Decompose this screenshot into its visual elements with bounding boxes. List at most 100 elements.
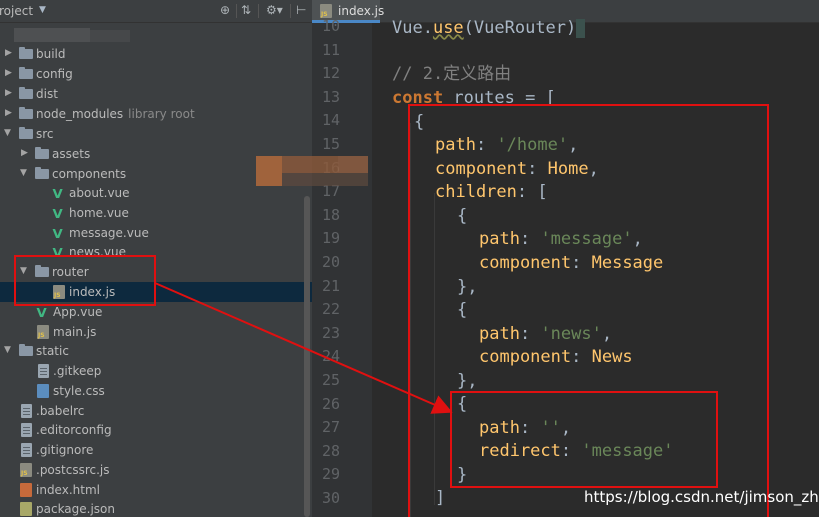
chevron-right-icon[interactable]: ▶ <box>5 108 12 118</box>
folder-icon <box>35 147 49 159</box>
tree-label: style.css <box>53 384 105 398</box>
tree-label: about.vue <box>69 186 130 200</box>
line-number: 22 <box>321 300 340 319</box>
line-number-gutter: 1011121314151617181920212223242526272829… <box>312 17 387 517</box>
line-number: 18 <box>321 205 340 224</box>
chevron-right-icon[interactable]: ▶ <box>5 48 12 58</box>
tree-item-node-modules[interactable]: ▶ node_modules library root <box>0 104 312 124</box>
js-file-icon <box>37 325 49 339</box>
tree-label: .gitkeep <box>53 364 102 378</box>
tree-item-home-vue[interactable]: V home.vue <box>0 203 312 223</box>
tree-label: dist <box>36 87 58 101</box>
tree-label: config <box>36 67 73 81</box>
line-number: 27 <box>321 418 340 437</box>
line-number: 10 <box>321 17 340 35</box>
tree-item-build[interactable]: ▶ build <box>0 44 312 64</box>
json-file-icon <box>20 502 32 516</box>
tree-label: assets <box>52 147 91 161</box>
tree-item-static[interactable]: ▼ static <box>0 341 312 361</box>
vue-file-icon: V <box>36 306 47 320</box>
line-number: 25 <box>321 371 340 389</box>
chevron-right-icon[interactable]: ▶ <box>5 68 12 78</box>
blurred-block <box>282 173 368 186</box>
line-number: 13 <box>321 87 340 106</box>
hide-icon[interactable]: ⊢ <box>296 3 306 17</box>
folder-icon <box>19 67 33 79</box>
tab-label: index.js <box>338 4 385 18</box>
tree-label: components <box>52 167 127 181</box>
chevron-right-icon[interactable]: ▶ <box>5 88 12 98</box>
tree-item-editorconfig[interactable]: .editorconfig <box>0 420 312 440</box>
blurred-block <box>338 156 368 173</box>
tree-item-babelrc[interactable]: .babelrc <box>0 401 312 421</box>
tree-item-index-html[interactable]: index.html <box>0 480 312 500</box>
file-icon <box>21 443 32 457</box>
blurred-project-name <box>14 28 90 42</box>
collapse-icon[interactable]: ⇅ <box>241 3 251 17</box>
chevron-right-icon[interactable]: ▶ <box>21 148 28 158</box>
folder-icon <box>19 87 33 99</box>
line-number: 26 <box>321 394 340 413</box>
tree-label: node_modules library root <box>36 107 195 121</box>
target-icon[interactable]: ⊕ <box>220 3 230 17</box>
tree-label: message.vue <box>69 226 149 240</box>
tree-label: home.vue <box>69 206 129 220</box>
tree-item-config[interactable]: ▶ config <box>0 64 312 84</box>
tree-item-package-json[interactable]: package.json <box>0 499 312 517</box>
folder-icon <box>19 107 33 119</box>
code-token: use <box>432 18 464 38</box>
header-divider <box>258 4 259 18</box>
chevron-down-icon[interactable]: ▼ <box>39 5 46 15</box>
tree-item-postcssrc[interactable]: .postcssrc.js <box>0 460 312 480</box>
line-number: 20 <box>321 253 340 271</box>
tree-label: App.vue <box>53 305 103 319</box>
header-divider <box>236 4 237 18</box>
chevron-down-icon[interactable]: ▼ <box>20 168 27 178</box>
settings-icon[interactable]: ⚙▾ <box>266 3 283 17</box>
code-token: Vue. <box>392 18 433 38</box>
line-number: 12 <box>321 64 340 83</box>
tree-label: .gitignore <box>36 443 94 457</box>
blurred-block <box>282 156 338 173</box>
tree-item-news-vue[interactable]: V news.vue <box>0 242 312 256</box>
js-file-icon <box>320 4 332 18</box>
css-file-icon <box>37 384 49 398</box>
tree-item-main-js[interactable]: main.js <box>0 322 312 342</box>
line-number: 21 <box>321 276 340 295</box>
tree-item-dist[interactable]: ▶ dist <box>0 84 312 104</box>
tree-label: static <box>36 344 69 358</box>
tree-label: index.html <box>36 483 100 497</box>
folder-icon <box>19 47 33 59</box>
code-line-10: Vue.use(VueRouter) <box>392 17 586 40</box>
blurred-block <box>256 156 282 186</box>
line-number: 15 <box>321 135 340 153</box>
js-file-icon <box>20 463 32 477</box>
vue-file-icon: V <box>52 227 63 241</box>
tree-item-gitkeep[interactable]: .gitkeep <box>0 361 312 381</box>
chevron-down-icon[interactable]: ▼ <box>4 345 11 355</box>
line-number: 14 <box>321 111 340 130</box>
bracket-highlight <box>576 18 586 38</box>
code-line-12: // 2.定义路由 <box>392 63 511 86</box>
tree-label: build <box>36 47 66 61</box>
tree-item-message-vue[interactable]: V message.vue <box>0 223 312 243</box>
line-number: 30 <box>321 489 340 507</box>
node-modules-label: node_modules <box>36 107 124 121</box>
line-number: 23 <box>321 323 340 342</box>
blurred-project-name <box>90 30 130 42</box>
tree-item-style-css[interactable]: style.css <box>0 381 312 401</box>
panel-title[interactable]: roject <box>0 4 33 18</box>
code-token: (VueRouter) <box>463 18 577 38</box>
tree-item-about-vue[interactable]: V about.vue <box>0 183 312 203</box>
folder-icon <box>19 344 33 356</box>
tree-label: main.js <box>53 325 97 339</box>
tree-item-gitignore[interactable]: .gitignore <box>0 440 312 460</box>
file-icon <box>21 404 32 418</box>
tree-item-src[interactable]: ▼ src <box>0 124 312 144</box>
tree-label: src <box>36 127 54 141</box>
file-icon <box>38 364 49 378</box>
vue-file-icon: V <box>52 187 63 201</box>
chevron-down-icon[interactable]: ▼ <box>4 128 11 138</box>
tree-label: .babelrc <box>36 404 85 418</box>
line-number: 29 <box>321 465 340 484</box>
